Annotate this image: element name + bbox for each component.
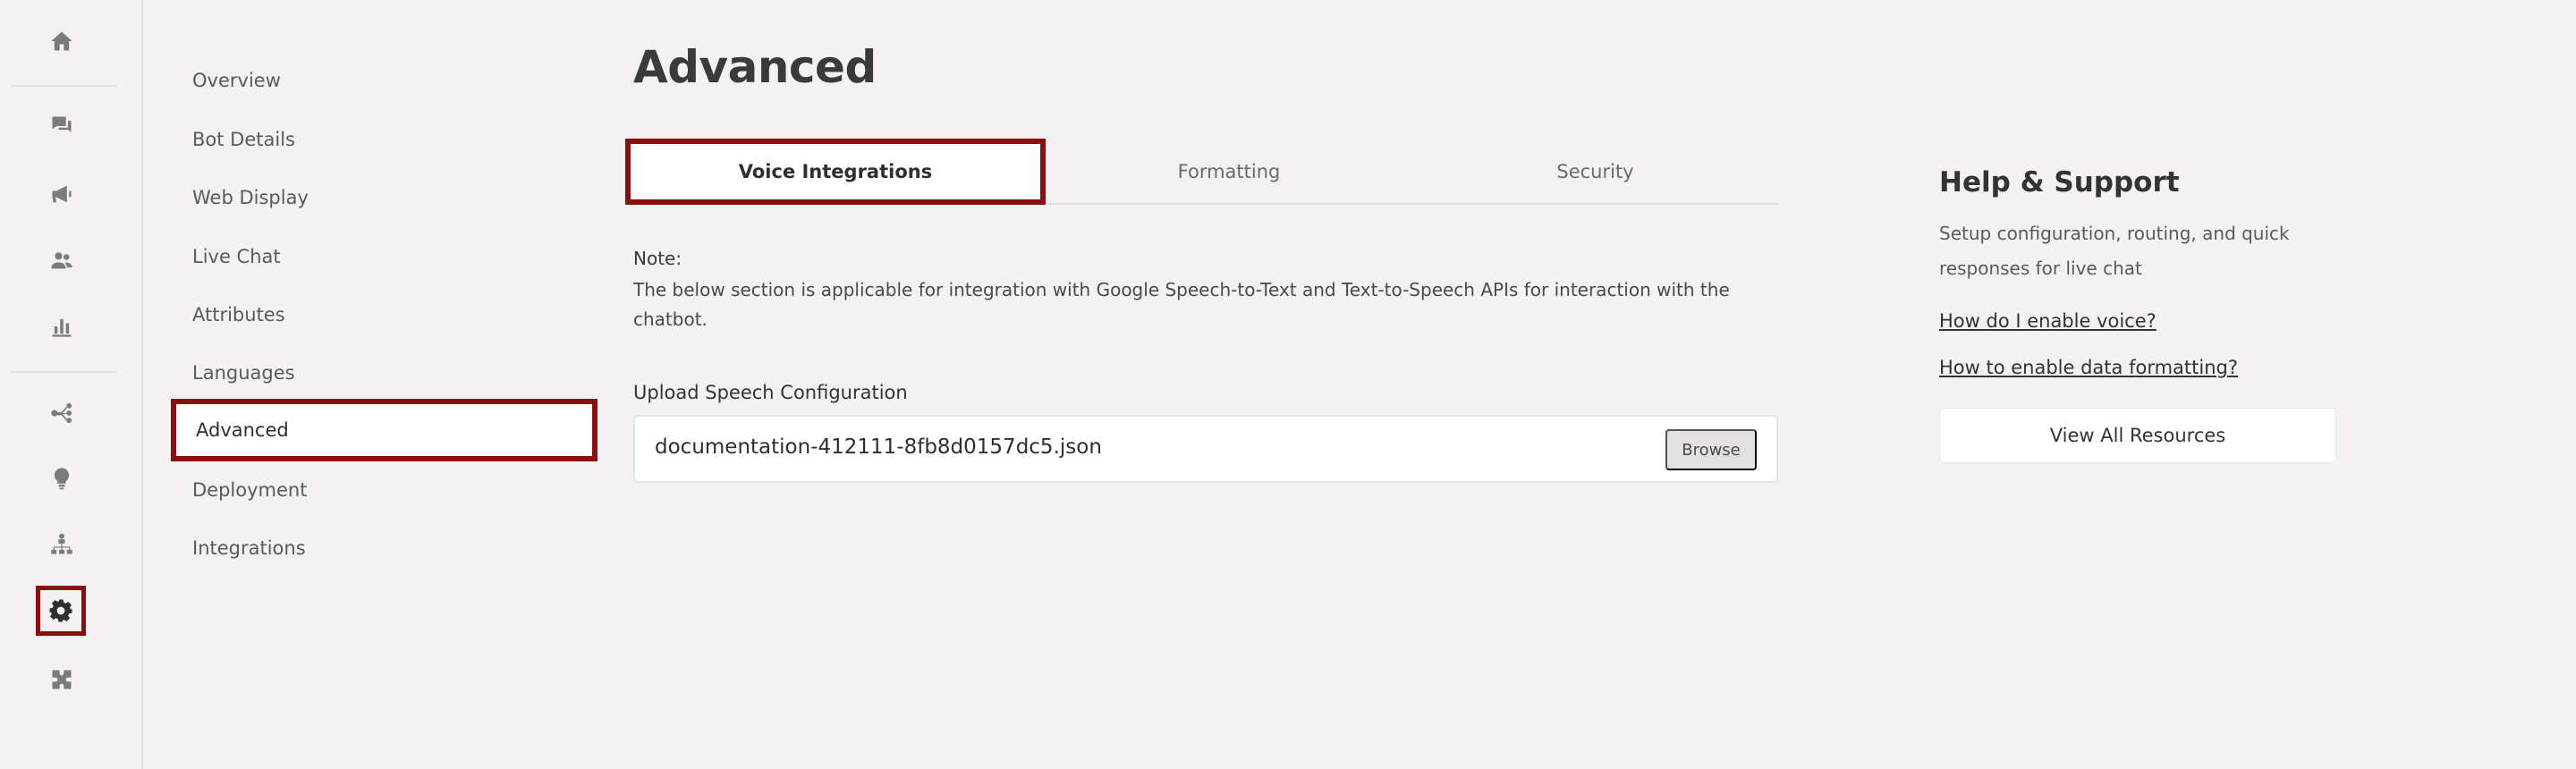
nav-item-label: Live Chat — [192, 246, 281, 267]
nav-item-advanced[interactable]: Advanced — [171, 399, 597, 461]
note-text: The below section is applicable for inte… — [633, 279, 1730, 330]
nav-item-bot-details[interactable]: Bot Details — [168, 108, 597, 171]
users-icon[interactable] — [43, 241, 80, 279]
nav-item-label: Integrations — [192, 537, 306, 559]
gear-icon[interactable] — [36, 586, 86, 636]
help-link-data-formatting[interactable]: How to enable data formatting? — [1939, 357, 2238, 378]
upload-field[interactable]: documentation-412111-8fb8d0157dc5.json B… — [633, 415, 1778, 483]
tab-security[interactable]: Security — [1412, 139, 1778, 205]
nav-item-integrations[interactable]: Integrations — [168, 517, 597, 579]
note-label: Note: — [633, 248, 682, 269]
chat-icon[interactable] — [43, 107, 80, 145]
page-title: Advanced — [633, 41, 877, 93]
nav-item-web-display[interactable]: Web Display — [168, 166, 597, 229]
nav-item-label: Deployment — [192, 479, 308, 501]
help-description: Setup configuration, routing, and quick … — [1939, 223, 2290, 279]
view-all-resources-button[interactable]: View All Resources — [1939, 408, 2336, 463]
tab-label: Voice Integrations — [738, 161, 933, 182]
rail-divider — [11, 85, 116, 87]
puzzle-icon[interactable] — [43, 661, 80, 698]
help-link-enable-voice[interactable]: How do I enable voice? — [1939, 310, 2157, 332]
tab-voice-integrations[interactable]: Voice Integrations — [625, 139, 1046, 205]
nav-item-label: Web Display — [192, 187, 309, 208]
flow-icon[interactable] — [43, 394, 80, 432]
nav-item-live-chat[interactable]: Live Chat — [168, 225, 597, 288]
tab-label: Security — [1556, 161, 1634, 182]
megaphone-icon[interactable] — [43, 175, 80, 213]
nav-item-attributes[interactable]: Attributes — [168, 283, 597, 346]
help-title: Help & Support — [1939, 166, 2180, 199]
nav-item-label: Advanced — [196, 419, 289, 441]
nav-item-label: Languages — [192, 362, 295, 384]
hierarchy-icon[interactable] — [43, 526, 80, 563]
nav-item-overview[interactable]: Overview — [168, 49, 597, 112]
nav-item-label: Bot Details — [192, 129, 295, 150]
home-icon[interactable] — [43, 22, 80, 60]
tab-bar: Voice Integrations Formatting Security — [625, 139, 1778, 205]
upload-label: Upload Speech Configuration — [633, 382, 908, 403]
nav-item-label: Attributes — [192, 304, 285, 325]
upload-filename: documentation-412111-8fb8d0157dc5.json — [655, 435, 1102, 459]
lightbulb-icon[interactable] — [43, 460, 80, 497]
nav-item-languages[interactable]: Languages — [168, 342, 597, 404]
bar-chart-icon[interactable] — [43, 308, 80, 345]
rail-divider — [11, 371, 116, 373]
nav-item-deployment[interactable]: Deployment — [168, 459, 597, 521]
browse-button[interactable]: Browse — [1665, 429, 1757, 470]
tab-formatting[interactable]: Formatting — [1046, 139, 1412, 205]
nav-item-label: Overview — [192, 70, 281, 91]
icon-rail — [0, 0, 143, 769]
tab-label: Formatting — [1177, 161, 1281, 182]
